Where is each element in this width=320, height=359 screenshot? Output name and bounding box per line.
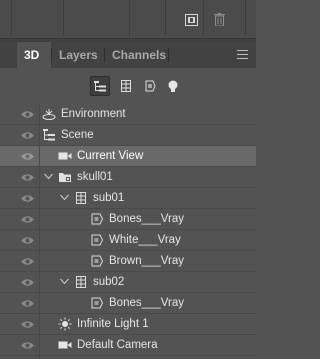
- panel-menu-icon[interactable]: [237, 50, 248, 59]
- panel-tab-bar: 3D Layers Channels: [0, 42, 256, 69]
- mesh-icon: [76, 276, 86, 288]
- filter-toolbar: [0, 68, 256, 104]
- tab-channels[interactable]: Channels: [105, 42, 168, 68]
- visibility-eye-icon[interactable]: [21, 173, 34, 182]
- environment-icon: [42, 109, 56, 120]
- chevron-down-icon[interactable]: [60, 278, 69, 285]
- visibility-eye-icon[interactable]: [21, 257, 34, 266]
- mesh-icon: [76, 192, 86, 204]
- visibility-eye-icon[interactable]: [21, 152, 34, 161]
- visibility-eye-icon[interactable]: [21, 215, 34, 224]
- camera-icon: [58, 341, 72, 349]
- tree-row-label: White___Vray: [109, 234, 181, 246]
- visibility-eye-icon[interactable]: [21, 299, 34, 308]
- new-layer-icon[interactable]: [184, 13, 198, 26]
- visibility-eye-icon[interactable]: [21, 131, 34, 140]
- visibility-eye-icon[interactable]: [21, 236, 34, 245]
- chevron-down-icon[interactable]: [44, 173, 53, 180]
- tree-row-label: sub02: [93, 276, 125, 288]
- materials-icon[interactable]: [140, 76, 160, 96]
- material-icon: [91, 213, 104, 225]
- camera-icon: [58, 152, 72, 160]
- tree-row-label: Scene: [61, 129, 94, 141]
- material-icon: [91, 297, 104, 309]
- chevron-down-icon[interactable]: [60, 194, 69, 201]
- meshes-icon[interactable]: [116, 76, 136, 96]
- scene-icon: [43, 129, 55, 141]
- whole-scene-icon[interactable]: [90, 76, 110, 96]
- tree-row-label: skull01: [77, 171, 113, 183]
- tree-row-label: Bones___Vray: [109, 213, 185, 225]
- tree-row-label: Brown___Vray: [109, 255, 185, 267]
- folder-icon: [59, 173, 71, 182]
- visibility-column-divider: [39, 104, 40, 359]
- tab-3d[interactable]: 3D: [17, 42, 51, 69]
- trash-icon[interactable]: [212, 13, 226, 26]
- material-icon: [91, 255, 104, 267]
- visibility-eye-icon[interactable]: [21, 278, 34, 287]
- tab-layers[interactable]: Layers: [52, 42, 104, 68]
- visibility-eye-icon[interactable]: [21, 110, 34, 119]
- tree-row-label: Current View: [77, 150, 144, 162]
- visibility-eye-icon[interactable]: [21, 341, 34, 350]
- visibility-eye-icon[interactable]: [21, 194, 34, 203]
- tree-row-label: sub01: [93, 192, 125, 204]
- lights-icon[interactable]: [163, 76, 183, 96]
- material-icon: [91, 234, 104, 246]
- tree-row-label: Default Camera: [77, 339, 158, 351]
- tree-row-label: Infinite Light 1: [77, 318, 149, 330]
- infinite-light-icon: [58, 317, 72, 331]
- upper-panel-footer: [0, 0, 256, 38]
- tree-row-label: Bones___Vray: [109, 297, 185, 309]
- visibility-eye-icon[interactable]: [21, 320, 34, 329]
- tree-row-label: Environment: [61, 108, 126, 120]
